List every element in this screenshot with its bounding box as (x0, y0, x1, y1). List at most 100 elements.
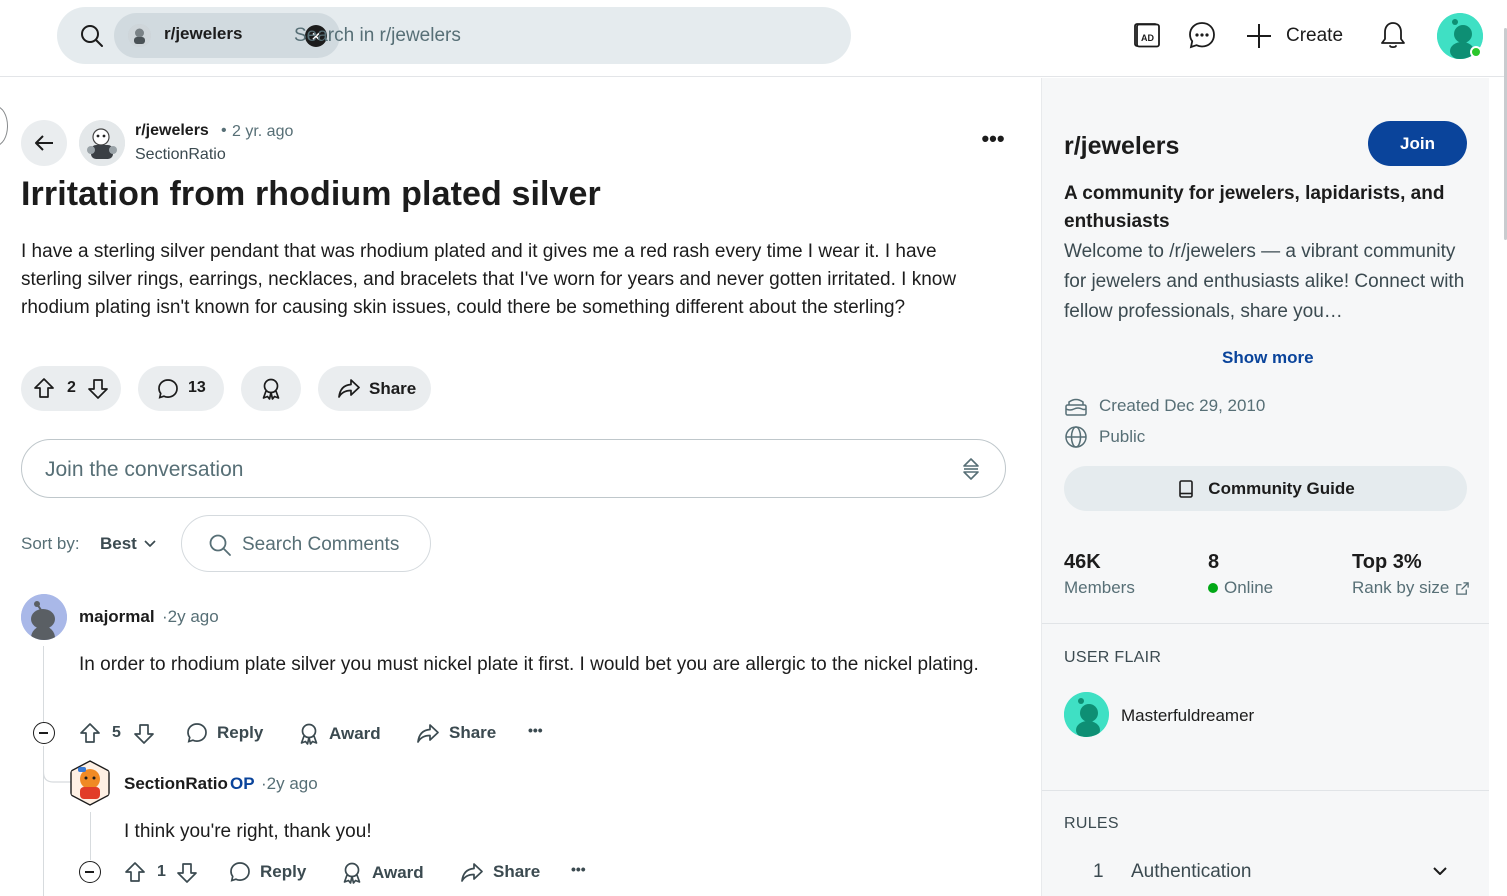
expand-editor-icon[interactable] (962, 457, 980, 481)
comment-icon (230, 862, 250, 882)
comment-author-avatar[interactable] (21, 594, 67, 640)
community-guide-label: Community Guide (1208, 478, 1355, 498)
share-label: Share (449, 723, 497, 742)
award-button[interactable] (241, 366, 301, 411)
search-input[interactable]: Search in r/jewelers (294, 25, 461, 47)
online-dot (1208, 583, 1218, 593)
upvote-icon[interactable] (124, 861, 146, 883)
rank-value: Top 3% (1352, 551, 1422, 573)
share-label: Share (369, 379, 417, 398)
comment-vote-count: 1 (157, 863, 166, 880)
community-tagline: A community for jewelers, lapidarists, a… (1064, 183, 1445, 232)
sort-label: Sort by: (21, 534, 80, 553)
downvote-icon[interactable] (87, 378, 109, 400)
create-button[interactable]: Create (1244, 20, 1343, 52)
join-conversation-input[interactable]: Join the conversation (21, 439, 1006, 498)
external-link-icon (1456, 581, 1470, 595)
show-more-button[interactable]: Show more (1222, 348, 1314, 368)
community-name[interactable]: r/jewelers (1064, 132, 1179, 161)
book-icon (1179, 479, 1194, 498)
post-vote-count: 2 (67, 379, 76, 396)
search-scope-label: r/jewelers (164, 24, 243, 43)
search-bar[interactable]: r/jewelers × Search in r/jewelers (57, 7, 851, 64)
flair-username[interactable]: Masterfuldreamer (1121, 706, 1254, 726)
sort-dropdown[interactable]: Best (100, 534, 137, 554)
award-button[interactable]: Award (298, 722, 381, 746)
search-icon (209, 534, 231, 556)
subreddit-avatar-small (128, 24, 151, 47)
op-badge: OP (230, 774, 255, 793)
downvote-icon[interactable] (176, 862, 198, 884)
share-button[interactable]: Share (318, 366, 431, 411)
back-button[interactable] (21, 120, 67, 166)
post-comment-count: 13 (188, 379, 206, 396)
rule-number: 1 (1093, 861, 1104, 882)
upvote-icon[interactable] (79, 722, 101, 744)
search-comments-input[interactable]: Search Comments (181, 515, 431, 572)
award-button[interactable]: Award (341, 861, 424, 885)
post-timestamp: 2 yr. ago (232, 123, 294, 140)
user-flair-heading: USER FLAIR (1064, 649, 1162, 666)
comment-text: In order to rhodium plate silver you mus… (79, 654, 979, 675)
comments-button[interactable]: 13 (138, 366, 224, 411)
arrow-left-icon (35, 135, 53, 151)
reply-label: Reply (260, 862, 307, 881)
reply-button[interactable]: Reply (186, 722, 263, 744)
comment-timestamp: ·2y ago (261, 774, 318, 793)
post-body: I have a sterling silver pendant that wa… (21, 241, 957, 318)
share-button[interactable]: Share (460, 861, 540, 883)
chevron-down-icon[interactable] (142, 536, 158, 552)
award-icon (343, 862, 361, 884)
post-author[interactable]: SectionRatio (135, 146, 226, 164)
visibility: Public (1064, 425, 1145, 449)
thread-line (90, 812, 91, 860)
post-subreddit-link[interactable]: r/jewelers (135, 122, 209, 140)
upvote-icon[interactable] (33, 377, 55, 399)
created-text: Created Dec 29, 2010 (1099, 396, 1266, 415)
subreddit-avatar[interactable] (79, 120, 125, 166)
search-icon (81, 25, 103, 47)
comment-more-options-button[interactable]: ••• (528, 722, 543, 738)
create-label: Create (1286, 25, 1344, 46)
share-button[interactable]: Share (416, 722, 496, 744)
community-guide-button[interactable]: Community Guide (1064, 466, 1467, 511)
chevron-down-icon[interactable] (1430, 861, 1450, 881)
comment-timestamp: ·2y ago (162, 607, 219, 626)
online-count: 8 (1208, 551, 1220, 573)
thread-line (43, 646, 44, 722)
community-description: Welcome to /r/jewelers — a vibrant commu… (1064, 241, 1465, 322)
vote-pill: 2 (21, 366, 121, 411)
collapse-thread-button[interactable] (33, 722, 55, 744)
post-more-options-button[interactable]: ••• (977, 128, 1009, 156)
comment-more-options-button[interactable]: ••• (571, 861, 586, 877)
award-label: Award (329, 724, 381, 743)
online-status-dot (1470, 46, 1482, 58)
comment-author[interactable]: majormal (79, 607, 155, 627)
comment-author[interactable]: SectionRatio (124, 774, 228, 794)
online-label: Online (1208, 578, 1273, 598)
share-icon (417, 724, 439, 743)
globe-icon (1065, 426, 1087, 448)
rules-heading: RULES (1064, 815, 1119, 832)
community-sidebar: r/jewelers Join A community for jewelers… (1041, 78, 1489, 896)
downvote-icon[interactable] (133, 723, 155, 745)
rank-by-size-link[interactable]: Rank by size (1352, 578, 1470, 598)
divider (1042, 790, 1489, 791)
left-edge-control[interactable] (0, 106, 8, 146)
cake-icon (1065, 398, 1087, 416)
share-icon (338, 379, 360, 398)
meta-separator: • (221, 122, 227, 139)
comment-icon (158, 379, 178, 399)
plus-icon (1247, 24, 1271, 48)
reply-label: Reply (217, 723, 264, 742)
chat-icon[interactable] (1187, 20, 1217, 50)
rule-item-authentication[interactable]: Authentication (1131, 861, 1251, 883)
collapse-thread-button[interactable] (79, 861, 101, 883)
advertise-icon[interactable]: AD (1132, 20, 1162, 50)
created-date: Created Dec 29, 2010 (1064, 394, 1265, 418)
comment-author-avatar[interactable] (68, 759, 112, 807)
notification-bell-icon[interactable] (1378, 20, 1408, 50)
comment-vote-count: 5 (112, 724, 121, 741)
reply-button[interactable]: Reply (229, 861, 306, 883)
join-button[interactable]: Join (1368, 121, 1467, 166)
